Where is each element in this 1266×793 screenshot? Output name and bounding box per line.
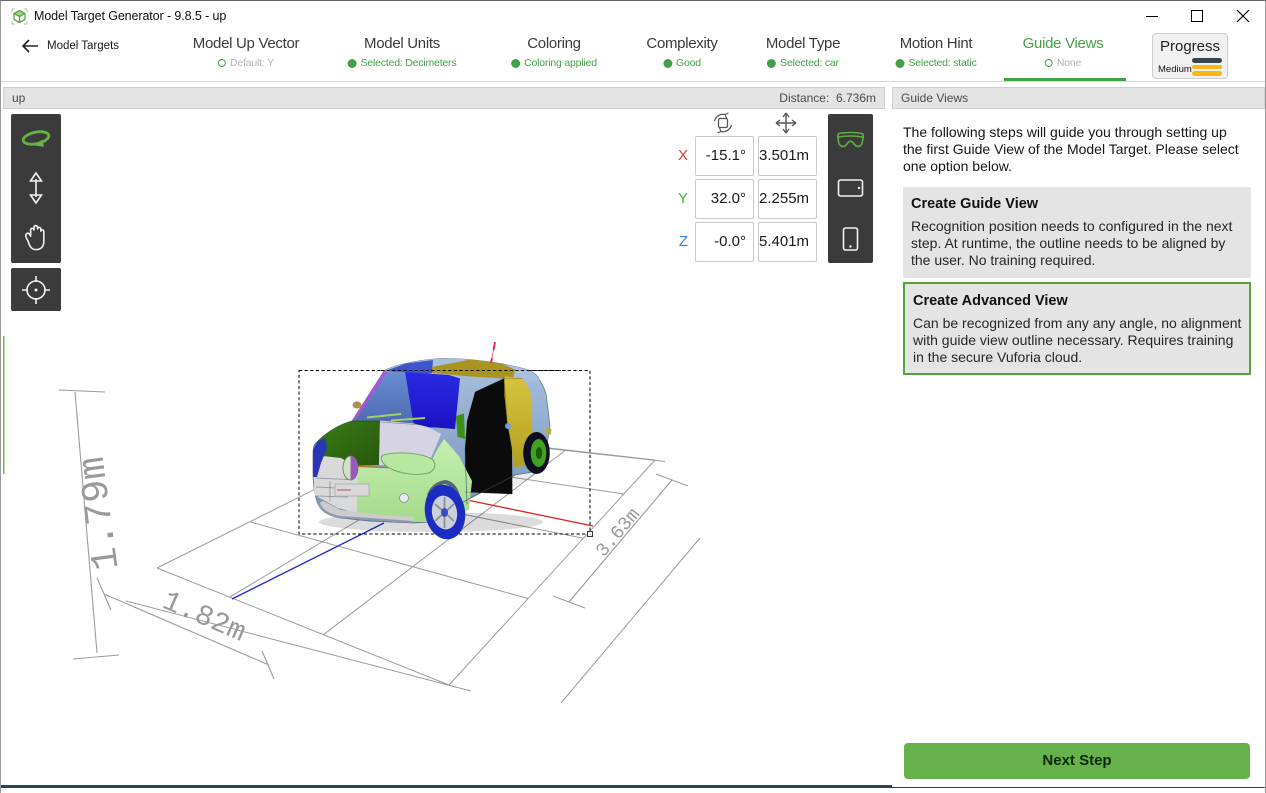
svg-text:3.63m: 3.63m [591,504,645,562]
svg-text:1.79m: 1.79m [72,454,130,573]
svg-text:1.82m: 1.82m [157,585,250,650]
